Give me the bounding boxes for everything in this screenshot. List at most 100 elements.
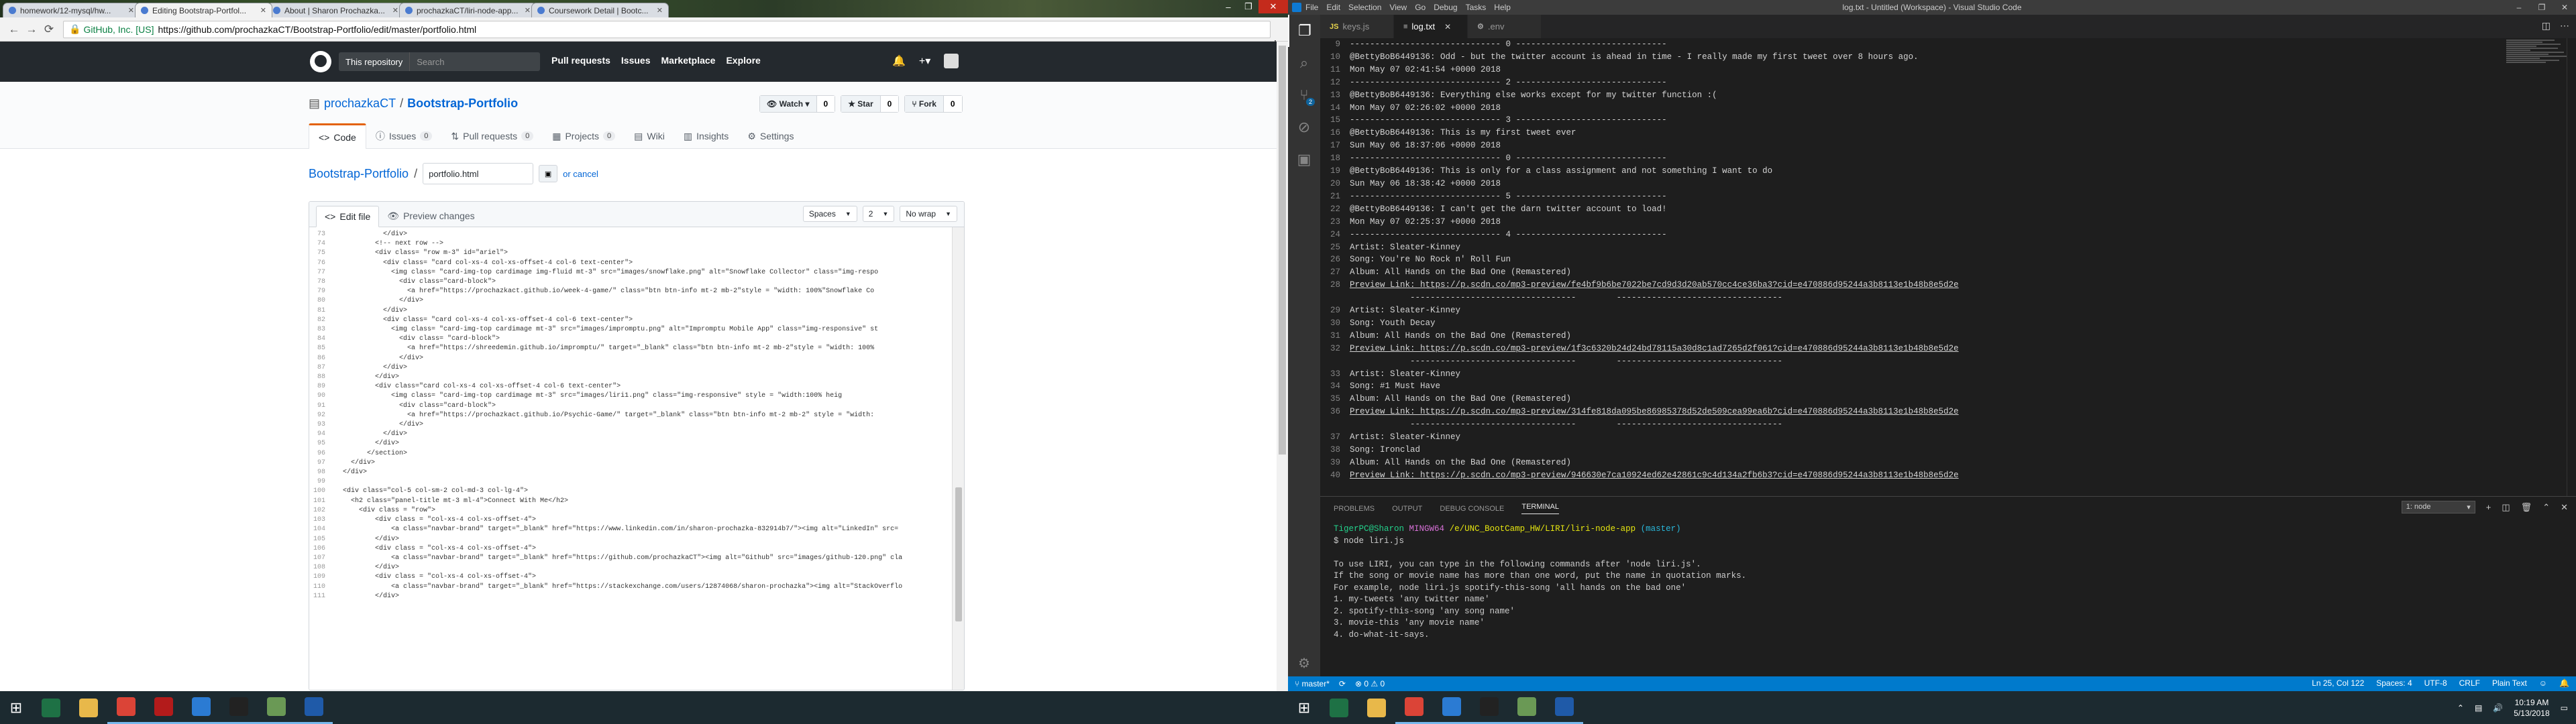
create-new-icon[interactable]: +▾ [919,54,930,68]
code-line[interactable]: 109 <div class = "col-xs-4 col-xs-offset… [309,572,953,582]
terminal-select[interactable]: 1: node ▾ [2401,501,2475,514]
network-icon[interactable]: ▤ [2475,703,2482,713]
cancel-link[interactable]: or cancel [563,169,598,179]
code-line[interactable]: 88 </div> [309,373,953,382]
code-line[interactable]: 105 </div> [309,535,953,544]
code-line[interactable]: 99 [309,477,953,487]
chrome-tab-active[interactable]: Editing Bootstrap-Portfol... ✕ [135,3,272,17]
editor-line[interactable]: 28 Preview Link: https://p.scdn.co/mp3-pr… [1320,279,2528,292]
editor-line[interactable]: --------------------------------- ------… [1320,355,2528,368]
minimize-icon[interactable]: – [2508,0,2530,15]
tab-log-txt[interactable]: ≡ log.txt ✕ [1394,15,1468,38]
explorer-icon[interactable]: ❐ [1288,15,1320,47]
code-line[interactable]: 101 <h2 class="panel-title mt-3 ml-4">Co… [309,497,953,506]
code-line[interactable]: 83 <img class= "card-img-top cardimage m… [309,325,953,335]
editor-line[interactable]: 11 Mon May 07 02:41:54 +0000 2018 [1320,64,2528,76]
editor-scrollbar[interactable] [952,227,964,690]
close-tab-icon[interactable]: ✕ [260,6,266,15]
code-line[interactable]: 78 <div class="card-block"> [309,278,953,287]
minimap[interactable] [2506,40,2567,93]
nav-issues[interactable]: Issues [621,55,651,66]
tab-issues[interactable]: ⓘ Issues 0 [366,123,442,149]
forward-icon[interactable]: → [23,21,40,38]
editor-line[interactable]: 27 Album: All Hands on the Bad One (Remas… [1320,266,2528,279]
code-line[interactable]: 104 <a class="navbar-brand" target="_bla… [309,525,953,534]
editor-line[interactable]: 23 Mon May 07 02:25:37 +0000 2018 [1320,216,2528,229]
github-logo-icon[interactable] [310,51,331,72]
code-line[interactable]: 85 <a href="https://shreedemin.github.io… [309,344,953,353]
taskbar-excel-button[interactable] [32,691,70,724]
code-line[interactable]: 79 <a href="https://prochazkact.github.i… [309,287,953,296]
editor-line[interactable]: 25 Artist: Sleater-Kinney [1320,241,2528,254]
code-line[interactable]: 80 </div> [309,296,953,306]
code-line[interactable]: 96 </section> [309,449,953,459]
tab-preview-changes[interactable]: 👁 Preview changes [379,205,482,227]
editor-line[interactable]: 24 ------------------------------ 4 -----… [1320,229,2528,241]
minimize-icon[interactable]: – [1218,0,1238,13]
tab-settings[interactable]: ⚙ Settings [738,123,803,149]
editor-line[interactable]: --------------------------------- ------… [1320,292,2528,304]
editor-line[interactable]: 35 Album: All Hands on the Bad One (Remas… [1320,393,2528,406]
tab-code[interactable]: <> Code [309,123,366,149]
filename-input[interactable]: portfolio.html [423,163,534,184]
close-panel-icon[interactable]: ✕ [2561,502,2568,513]
editor-line[interactable]: 32 Preview Link: https://p.scdn.co/mp3-pr… [1320,343,2528,355]
editor-line[interactable]: 26 Song: You're No Rock n' Roll Fun [1320,253,2528,266]
restore-icon[interactable]: ❐ [2530,0,2553,15]
notifications-bell-icon[interactable]: 🔔 [892,54,906,68]
code-line[interactable]: 111 </div> [309,592,953,601]
panel-tab-problems[interactable]: PROBLEMS [1334,505,1375,513]
code-line[interactable]: 76 <div class= "card col-xs-4 col-xs-off… [309,259,953,268]
editor-line[interactable]: 38 Song: Ironclad [1320,444,2528,457]
editor-line[interactable]: 21 ------------------------------ 5 -----… [1320,190,2528,203]
editor-line[interactable]: 30 Song: Youth Decay [1320,317,2528,330]
editor-line[interactable]: 12 ------------------------------ 2 -----… [1320,76,2528,89]
editor-line[interactable]: --------------------------------- ------… [1320,418,2528,431]
smiley-feedback-icon[interactable]: ☺ [2539,678,2547,688]
fork-button[interactable]: ⑂ Fork 0 [904,95,963,113]
code-line[interactable]: 87 </div> [309,363,953,373]
panel-tab-output[interactable]: OUTPUT [1392,505,1422,513]
windows-start-icon[interactable]: ⊞ [0,691,32,724]
extensions-icon[interactable]: ▣ [1288,143,1320,176]
source-control-icon[interactable]: ⑂ 2 [1288,79,1320,111]
taskbar-folder-button[interactable] [70,691,107,724]
editor-line[interactable]: 36 Preview Link: https://p.scdn.co/mp3-pr… [1320,406,2528,418]
problems-count[interactable]: ⊗ 0 ⚠ 0 [1355,679,1385,688]
taskbar-photos-button[interactable] [258,691,295,724]
tab-edit-file[interactable]: <> Edit file [316,206,380,227]
editor-line[interactable]: 15 ------------------------------ 3 -----… [1320,114,2528,127]
taskbar-folder-button[interactable] [1358,691,1395,724]
taskbar-chrome-button[interactable] [107,691,145,724]
indentation[interactable]: Spaces: 4 [2376,678,2412,688]
menu-tasks[interactable]: Tasks [1466,3,1487,12]
editor-line[interactable]: 16 @BettyBoB6449136: This is my first twe… [1320,127,2528,139]
file-settings-icon[interactable]: ▣ [539,165,558,182]
editor-scrollbar[interactable] [2567,38,2576,496]
chrome-tab[interactable]: prochazkaCT/liri-node-app... ✕ [399,3,537,17]
close-tab-icon[interactable]: ✕ [1444,22,1451,32]
close-tab-icon[interactable]: ✕ [657,6,663,15]
split-editor-icon[interactable]: ◫ [2542,20,2551,32]
code-line[interactable]: 89 <div class="card col-xs-4 col-xs-offs… [309,382,953,391]
restore-icon[interactable]: ❐ [1238,0,1258,13]
notifications-bell-icon[interactable]: 🔔 [2559,678,2569,688]
code-line[interactable]: 92 <a href="https://prochazkact.github.i… [309,411,953,420]
page-scroll-thumb[interactable] [1279,46,1286,455]
new-terminal-icon[interactable]: + [2486,502,2491,512]
clock[interactable]: 10:19 AM 5/13/2018 [2514,697,2549,719]
code-line[interactable]: 102 <div class = "row"> [309,506,953,516]
terminal-output[interactable]: TigerPC@Sharon MINGW64 /e/UNC_BootCamp_H… [1334,524,1746,688]
close-tab-icon[interactable]: ✕ [128,6,134,15]
code-line[interactable]: 98 </div> [309,468,953,477]
code-line[interactable]: 86 </div> [309,354,953,363]
taskbar-quickbooks-button[interactable] [145,691,182,724]
end-of-line[interactable]: CRLF [2459,678,2480,688]
tab-insights[interactable]: ▥ Insights [674,123,738,149]
sync-icon[interactable]: ⟳ [1339,679,1346,688]
windows-start-icon[interactable]: ⊞ [1288,691,1320,724]
wrap-mode-select[interactable]: No wrap ▼ [900,206,957,222]
close-tab-icon[interactable]: ✕ [525,6,531,15]
taskbar-chrome-button[interactable] [1395,691,1433,724]
code-line[interactable]: 107 <a class="navbar-brand" target="_bla… [309,554,953,563]
